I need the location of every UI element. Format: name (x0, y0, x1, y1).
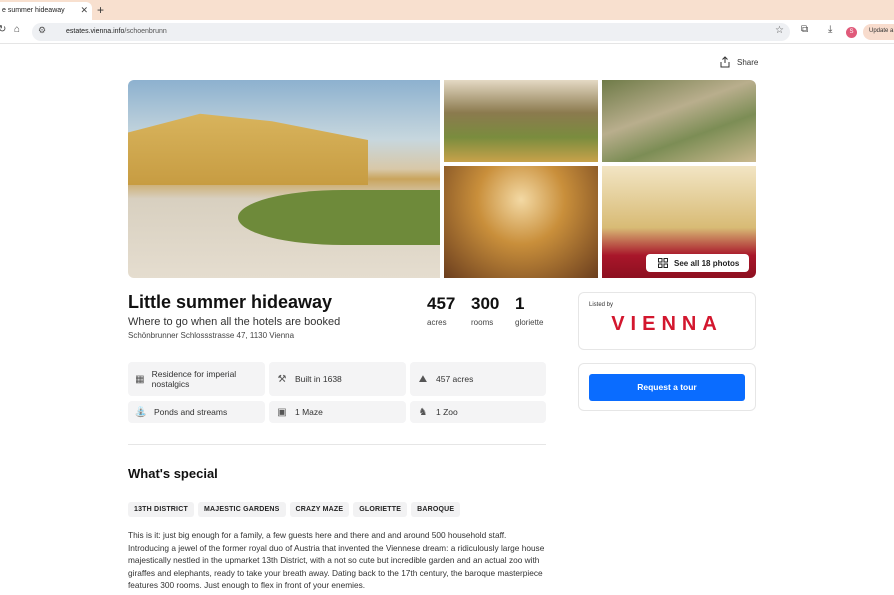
share-icon (720, 56, 730, 68)
see-all-photos-button[interactable]: See all 18 photos (646, 254, 749, 272)
update-button[interactable]: Update a (863, 24, 894, 40)
tour-card: Request a tour (578, 363, 756, 411)
home-icon[interactable]: ⌂ (14, 24, 20, 35)
feature-maze: ▣ 1 Maze (269, 401, 406, 423)
feature-area: ⛰ 457 acres (410, 362, 546, 396)
browser-tab[interactable]: e summer hideaway ✕ (0, 2, 92, 20)
url-text: estates.vienna.info/schoenbrunn (66, 28, 167, 35)
section-title: What's special (128, 466, 218, 481)
url-path: /schoenbrunn (124, 28, 167, 35)
feature-ponds: ⛲ Ponds and streams (128, 401, 265, 423)
close-icon[interactable]: ✕ (80, 5, 88, 16)
maze-icon: ▣ (277, 406, 287, 418)
extensions-icon[interactable]: ⧉ (801, 24, 808, 35)
new-tab-icon[interactable]: + (97, 3, 104, 17)
stat-label: gloriette (515, 318, 544, 327)
tab-title: e summer hideaway (2, 7, 65, 14)
tag[interactable]: MAJESTIC GARDENS (197, 502, 286, 517)
feature-label: Ponds and streams (154, 407, 228, 417)
grid-icon (658, 258, 668, 268)
bookmark-star-icon[interactable]: ☆ (775, 25, 784, 36)
gallery-photo[interactable] (444, 80, 598, 162)
fountain-icon: ⛲ (134, 406, 148, 418)
tag[interactable]: 13TH DISTRICT (128, 502, 194, 517)
stat-label: rooms (471, 318, 494, 327)
section-divider (128, 444, 546, 445)
palace-shape (128, 113, 368, 185)
feature-label: 1 Maze (295, 407, 323, 417)
feature-label: Residence for imperial nostalgics (151, 369, 237, 389)
elephant-icon: ♞ (418, 406, 428, 418)
site-info-icon[interactable]: ⚙ (38, 25, 46, 36)
feature-zoo: ♞ 1 Zoo (410, 401, 546, 423)
feature-built: ⚒ Built in 1638 (269, 362, 406, 396)
listed-by-label: Listed by (589, 302, 614, 308)
address-bar[interactable]: ⚙ estates.vienna.info/schoenbrunn ☆ (32, 23, 790, 41)
download-icon[interactable]: ⤓ (828, 24, 832, 35)
tag[interactable]: GLORIETTE (353, 502, 408, 517)
profile-avatar[interactable]: S (846, 27, 857, 38)
stat-value: 300 (471, 294, 500, 313)
listing-subtitle: Where to go when all the hotels are book… (128, 316, 341, 328)
share-button[interactable]: Share (719, 56, 758, 68)
feature-label: 1 Zoo (436, 407, 458, 417)
stat-value: 1 (515, 294, 525, 313)
browser-toolbar: ↻ ⌂ ⚙ estates.vienna.info/schoenbrunn ☆ … (0, 20, 894, 44)
listing-description: This is it: just big enough for a family… (128, 530, 545, 590)
feature-residence: ▦ Residence for imperial nostalgics (128, 362, 265, 396)
stat-rooms: 300 rooms (471, 294, 499, 327)
gallery-photo[interactable] (602, 80, 756, 162)
main-photo[interactable] (128, 80, 440, 278)
listing-address: Schönbrunner Schlossstrasse 47, 1130 Vie… (128, 331, 295, 340)
listed-by-card: Listed by VIENNA (578, 292, 756, 350)
reload-icon[interactable]: ↻ (0, 24, 6, 35)
building-icon: ▦ (135, 373, 145, 385)
gallery-photo[interactable] (444, 166, 598, 278)
share-label: Share (737, 57, 759, 67)
lawn-shape (238, 190, 440, 245)
brand-logo[interactable]: VIENNA (579, 313, 755, 336)
tag[interactable]: CRAZY MAZE (289, 502, 350, 517)
stat-gloriette: 1 gloriette (515, 294, 543, 327)
see-all-label: See all 18 photos (674, 258, 740, 268)
stat-value: 457 (427, 294, 456, 313)
tag-list: 13TH DISTRICT MAJESTIC GARDENS CRAZY MAZ… (128, 502, 461, 517)
area-icon: ⛰ (418, 373, 428, 385)
request-tour-button[interactable]: Request a tour (589, 374, 745, 401)
hammer-icon: ⚒ (277, 373, 287, 385)
stat-label: acres (427, 318, 447, 327)
stat-acres: 457 acres (427, 294, 455, 327)
listing-title: Little summer hideaway (128, 292, 333, 312)
feature-label: 457 acres (436, 374, 474, 384)
browser-tabbar: e summer hideaway ✕ + (0, 0, 894, 20)
feature-label: Built in 1638 (295, 374, 342, 384)
tag[interactable]: BAROQUE (411, 502, 461, 517)
url-domain: estates.vienna.info (66, 28, 125, 35)
